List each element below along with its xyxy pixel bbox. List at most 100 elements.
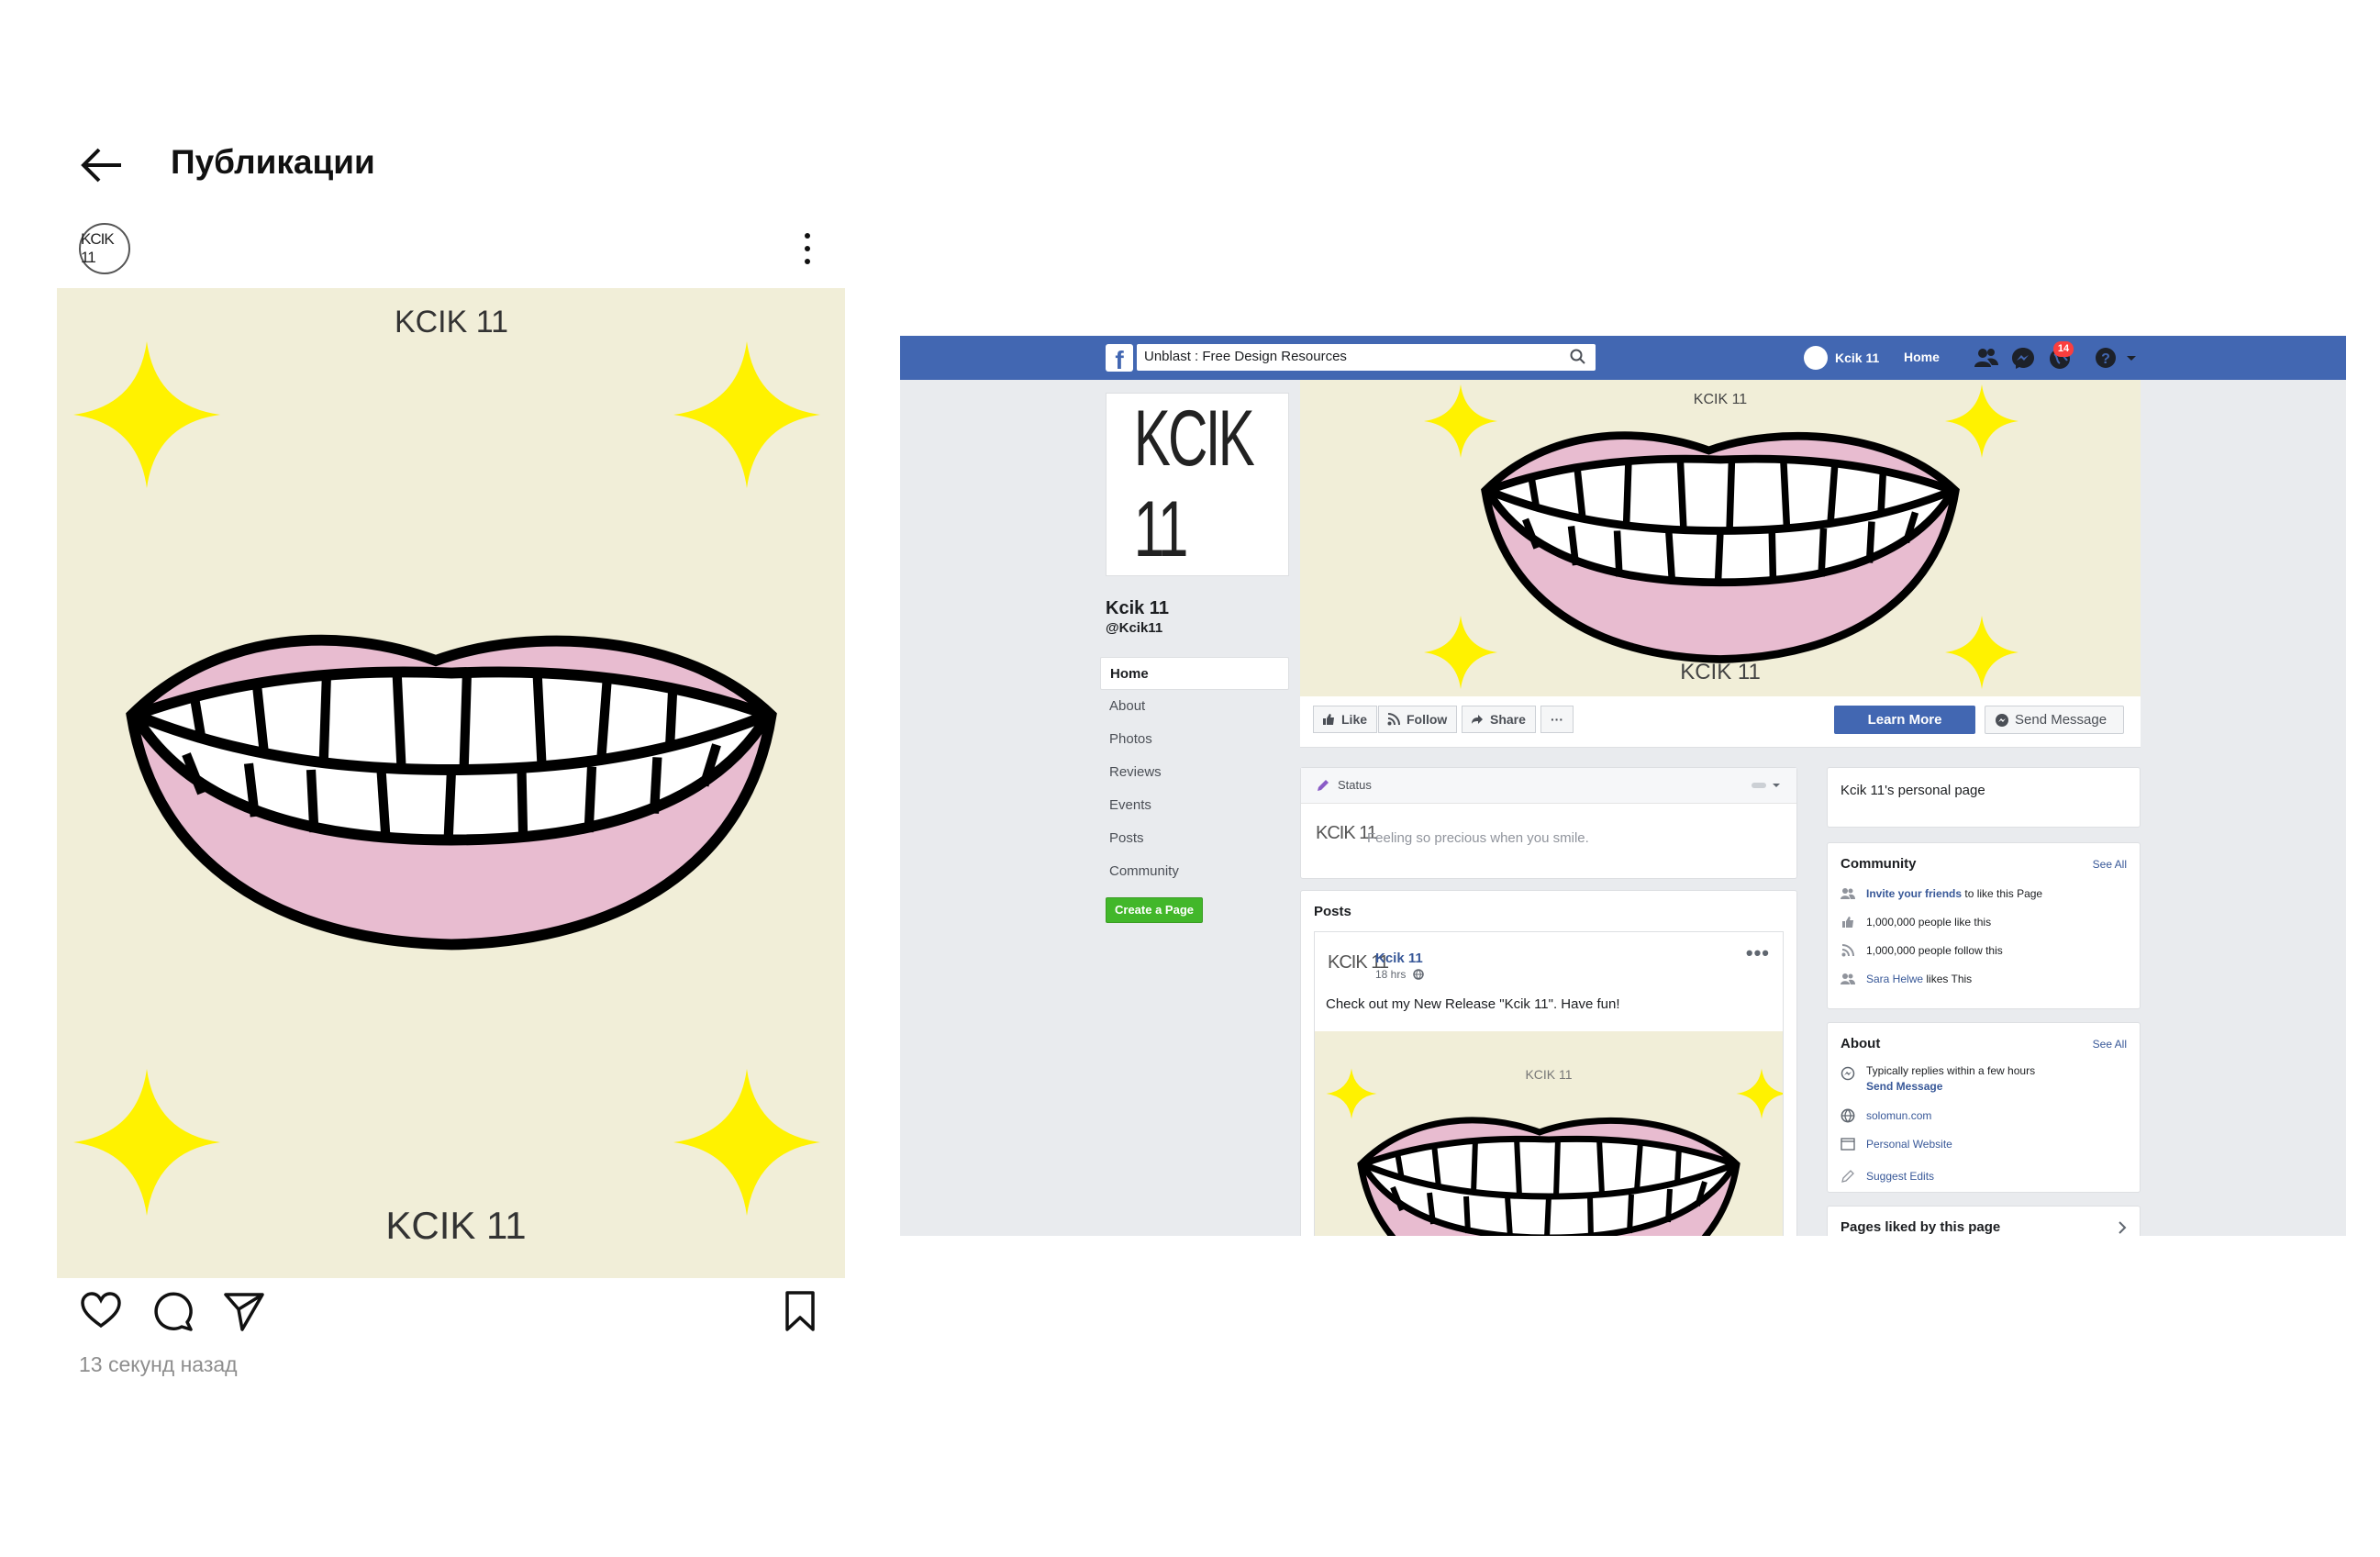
svg-text:?: ? [2101, 351, 2110, 367]
personal-page-card[interactable]: Kcik 11's personal page [1827, 767, 2141, 828]
search-icon[interactable] [1570, 349, 1586, 365]
chevron-down-icon[interactable] [2124, 345, 2139, 371]
page-handle: @Kcik11 [1106, 620, 1163, 636]
browser-window-icon [1841, 1138, 1855, 1151]
post-image-brand: KCIK 11 [1525, 1067, 1572, 1082]
suggest-edits-link[interactable]: Suggest Edits [1866, 1170, 1934, 1183]
cover-brand-top: KCIK 11 [1694, 392, 1748, 407]
reply-time-text: Typically replies within a few hours [1866, 1064, 2036, 1077]
avatar[interactable]: KCIK 11 [79, 223, 130, 274]
community-card: Community See All Invite your friends to… [1827, 842, 2141, 1009]
pages-liked-title: Pages liked by this page [1841, 1219, 2001, 1235]
cover-brand-bottom: KCIK 11 [1680, 660, 1761, 684]
sidebar-item-events[interactable]: Events [1100, 789, 1289, 822]
notification-badge: 14 [2053, 341, 2074, 357]
pencil-icon [1318, 780, 1329, 791]
personal-page-link[interactable]: Kcik 11's personal page [1841, 783, 1985, 798]
about-send-message-link[interactable]: Send Message [1866, 1079, 2035, 1095]
post-image[interactable]: KCIK 11 KCIK 11 [57, 288, 845, 1278]
globe-icon [1841, 1108, 1855, 1123]
invite-row: Invite your friends to like this Page [1841, 884, 2042, 904]
pages-liked-card[interactable]: Pages liked by this page [1827, 1206, 2141, 1236]
bookmark-icon[interactable] [778, 1289, 822, 1333]
sidebar-item-home[interactable]: Home [1100, 657, 1289, 690]
suggest-edits-row: Suggest Edits [1841, 1166, 1934, 1186]
learn-more-button[interactable]: Learn More [1834, 706, 1975, 734]
invite-friends-link[interactable]: Invite your friends [1866, 887, 1962, 900]
sidebar-item-community[interactable]: Community [1100, 855, 1289, 888]
likes-count: 1,000,000 people like this [1866, 916, 1992, 929]
posts-section: Posts KCIK 11 Kcik 11 18 hrs ••• Check o… [1300, 890, 1797, 1236]
about-see-all-link[interactable]: See All [2093, 1038, 2127, 1051]
heart-icon[interactable] [79, 1289, 123, 1333]
like-button[interactable]: Like [1313, 706, 1378, 733]
thumbs-up-icon [1323, 714, 1334, 725]
thumbs-up-icon [1842, 917, 1853, 928]
about-card: About See All Typically replies within a… [1827, 1022, 2141, 1193]
post-brand-bottom: KCIK 11 [385, 1204, 526, 1247]
friend-likes-text: likes This [1926, 973, 1973, 985]
share-button[interactable]: Share [1462, 706, 1536, 733]
facebook-page-mockup: f Kcik 11 Home 14 ? KC [900, 336, 2346, 1236]
share-icon[interactable] [222, 1289, 266, 1333]
messenger-icon[interactable] [2010, 345, 2036, 371]
page-title: Публикации [171, 143, 375, 181]
follows-count: 1,000,000 people follow this [1866, 944, 2003, 957]
replies-row: Typically replies within a few hours Sen… [1841, 1063, 2035, 1096]
sidebar-item-about[interactable]: About [1100, 690, 1289, 723]
avatar [1804, 346, 1828, 370]
about-title: About [1841, 1036, 1881, 1051]
post-text: Check out my New Release "Kcik 11". Have… [1326, 996, 1620, 1012]
personal-website-row: Personal Website [1841, 1134, 1952, 1154]
top-navigation-bar: f Kcik 11 Home 14 ? [900, 336, 2346, 380]
globe-icon [1412, 969, 1424, 980]
post-image[interactable]: KCIK 11 [1315, 1031, 1783, 1236]
messenger-icon [1841, 1066, 1855, 1081]
post-author[interactable]: Kcik 11 [1375, 951, 1423, 966]
chevron-right-icon[interactable] [2118, 1221, 2127, 1234]
comment-icon[interactable] [150, 1289, 195, 1333]
posts-title: Posts [1314, 904, 1351, 919]
create-page-button[interactable]: Create a Page [1106, 897, 1203, 923]
sidebar-item-posts[interactable]: Posts [1100, 822, 1289, 855]
cover-photo[interactable]: KCIK 11 KCIK 11 [1300, 380, 2141, 696]
community-see-all-link[interactable]: See All [2093, 858, 2127, 871]
more-actions-button[interactable]: ··· [1540, 706, 1574, 733]
nav-home-link[interactable]: Home [1904, 350, 1940, 364]
page-action-bar: Like Follow Share ··· Learn More Send Me… [1300, 696, 2141, 748]
status-composer: Status KCIK 11 Feeling so precious when … [1300, 767, 1797, 879]
likes-row: 1,000,000 people like this [1841, 912, 1991, 932]
status-label: Status [1338, 778, 1372, 792]
back-arrow-icon[interactable] [75, 138, 130, 193]
facebook-logo-icon[interactable]: f [1106, 344, 1133, 372]
post-timestamp: 13 секунд назад [79, 1352, 238, 1376]
people-icon [1841, 973, 1855, 984]
follow-button[interactable]: Follow [1378, 706, 1458, 733]
friend-likes-row: Sara Helwe likes This [1841, 969, 1972, 989]
friends-icon[interactable] [1974, 345, 1999, 371]
user-profile-link[interactable]: Kcik 11 [1804, 343, 1879, 373]
more-options-icon[interactable] [798, 228, 817, 270]
profile-picture[interactable]: KCIK 11 [1106, 393, 1289, 576]
send-message-button[interactable]: Send Message [1985, 706, 2124, 734]
pencil-icon [1841, 1170, 1854, 1183]
share-arrow-icon [1472, 715, 1483, 724]
search-input[interactable] [1137, 344, 1555, 369]
sidebar-item-reviews[interactable]: Reviews [1100, 756, 1289, 789]
user-name: Kcik 11 [1835, 350, 1880, 365]
status-input[interactable]: Feeling so precious when you smile. [1367, 830, 1589, 846]
rss-icon [1387, 713, 1400, 726]
status-header: Status [1301, 768, 1796, 804]
messenger-icon [1996, 714, 2008, 727]
personal-website-link[interactable]: Personal Website [1866, 1138, 1952, 1151]
page-sidebar-nav: Home About Photos Reviews Events Posts C… [1100, 657, 1289, 888]
post-time[interactable]: 18 hrs [1375, 968, 1424, 981]
help-icon[interactable]: ? [2093, 345, 2119, 371]
friend-name-link[interactable]: Sara Helwe [1866, 973, 1923, 985]
post-options-icon[interactable]: ••• [1746, 941, 1770, 965]
rss-icon [1841, 944, 1854, 957]
audience-dropdown-icon[interactable] [1751, 780, 1782, 791]
website-link[interactable]: solomun.com [1866, 1109, 1931, 1122]
sidebar-item-photos[interactable]: Photos [1100, 723, 1289, 756]
page-name[interactable]: Kcik 11 [1106, 598, 1169, 619]
